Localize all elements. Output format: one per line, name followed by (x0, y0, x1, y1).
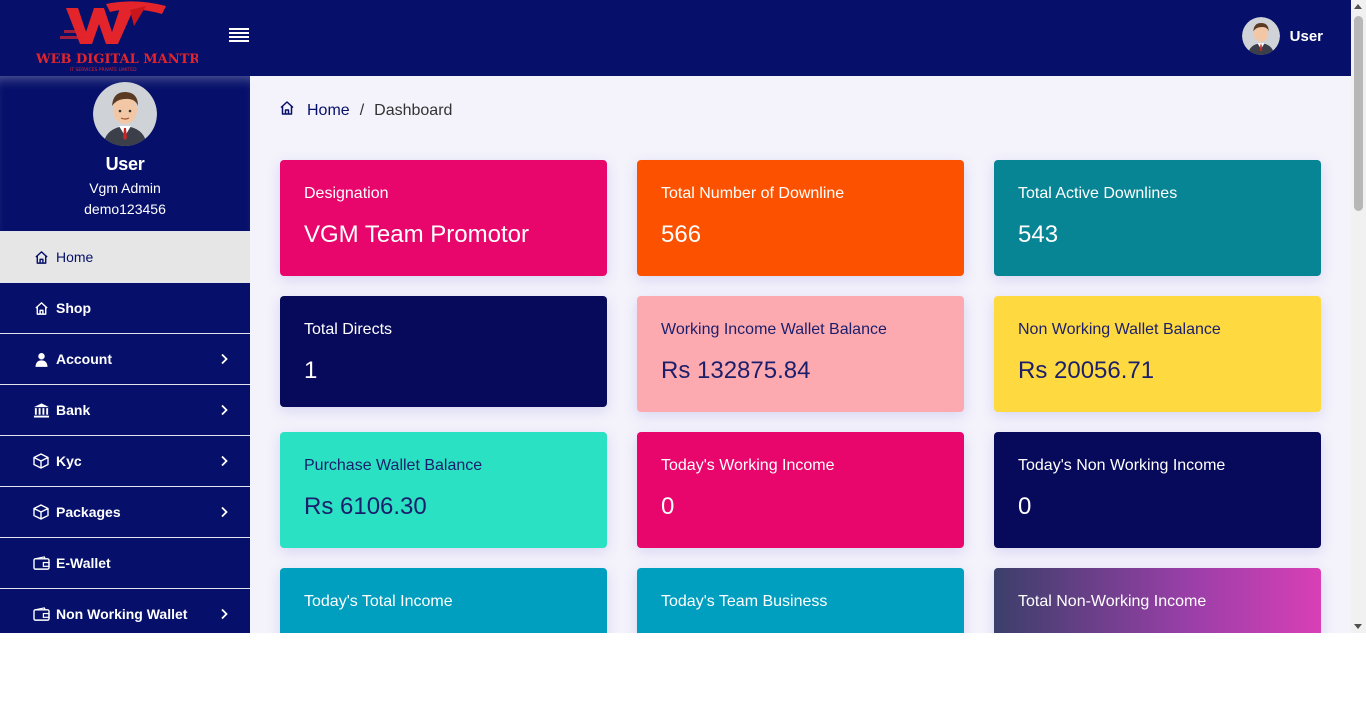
card-label: Today's Team Business (661, 593, 828, 610)
logo-graphic: WEB DIGITAL MANTRA IT SERVICES PRIVATE L… (35, 1, 211, 73)
card-today-s-total-income[interactable]: Today's Total Income 0 (280, 568, 607, 633)
main-content: Home / Dashboard Designation VGM Team Pro… (250, 76, 1351, 633)
profile-role: Vgm Admin (89, 180, 161, 196)
sidebar-item-bank[interactable]: Bank (0, 384, 250, 435)
scroll-down-arrow-icon[interactable] (1354, 624, 1362, 629)
sidebar-item-label: Bank (56, 402, 91, 418)
sidebar-item-packages[interactable]: Packages (0, 486, 250, 537)
card-label: Working Income Wallet Balance (661, 321, 887, 338)
card-today-s-working-income[interactable]: Today's Working Income 0 (637, 432, 964, 548)
sidebar-item-e-wallet[interactable]: E-Wallet (0, 537, 250, 588)
card-non-working-wallet-balance[interactable]: Non Working Wallet Balance Rs 20056.71 (994, 296, 1321, 412)
sidebar-item-label: Packages (56, 504, 121, 520)
sidebar-item-label: Account (56, 351, 112, 367)
breadcrumb-current: Dashboard (374, 101, 453, 119)
wallet-icon (32, 605, 50, 623)
card-value: 0 (661, 629, 940, 633)
profile-name: User (105, 154, 145, 174)
card-working-income-wallet-balance[interactable]: Working Income Wallet Balance Rs 132875.8… (637, 296, 964, 412)
hamburger-menu-icon[interactable] (227, 26, 251, 48)
sidebar-nav: Home Shop Account Bank Kyc Packages E-Wallet No… (0, 231, 250, 633)
card-purchase-wallet-balance[interactable]: Purchase Wallet Balance Rs 6106.30 (280, 432, 607, 548)
card-label: Non Working Wallet Balance (1018, 321, 1221, 338)
card-value: Rs 20056.71 (1018, 357, 1155, 384)
sidebar-item-account[interactable]: Account (0, 333, 250, 384)
sidebar-item-kyc[interactable]: Kyc (0, 435, 250, 486)
card-label: Today's Working Income (661, 457, 835, 474)
app-viewport: WEB DIGITAL MANTRA IT SERVICES PRIVATE L… (0, 0, 1366, 633)
user-icon (32, 350, 50, 368)
sidebar-item-non-working-wallet[interactable]: Non Working Wallet (0, 588, 250, 633)
sidebar-profile: User Vgm Admin demo123456 (0, 76, 250, 231)
top-header: WEB DIGITAL MANTRA IT SERVICES PRIVATE L… (0, 0, 1351, 76)
card-label: Today's Total Income (304, 593, 453, 610)
card-label: Total Directs (304, 321, 393, 338)
card-value: Rs 6106.30 (304, 493, 427, 520)
card-label: Total Non-Working Income (1018, 593, 1207, 610)
sidebar-item-label: Kyc (56, 453, 82, 469)
box-icon (32, 503, 50, 521)
user-name[interactable]: User (1290, 28, 1323, 45)
card-total-directs[interactable]: Total Directs 1 (280, 296, 607, 407)
sidebar-item-label: E-Wallet (56, 555, 111, 571)
home-icon[interactable] (279, 100, 295, 121)
card-value: Rs 132875.84 (661, 357, 811, 384)
brand-logo[interactable]: WEB DIGITAL MANTRA IT SERVICES PRIVATE L… (34, 0, 211, 74)
card-value: 566 (661, 221, 702, 248)
page-scrollbar[interactable] (1351, 0, 1366, 633)
box-icon (32, 452, 50, 470)
sidebar-item-label: Home (56, 249, 94, 265)
card-value: 1 (304, 357, 318, 384)
chevron-right-icon (220, 454, 232, 468)
sidebar-item-home[interactable]: Home (0, 231, 250, 282)
bank-icon (32, 401, 50, 419)
chevron-right-icon (220, 505, 232, 519)
card-value: VGM Team Promotor (304, 221, 529, 248)
sidebar-item-shop[interactable]: Shop (0, 282, 250, 333)
card-value: 0 (304, 629, 583, 633)
chevron-right-icon (220, 607, 232, 621)
profile-avatar-icon (93, 82, 157, 146)
logo-tagline: IT SERVICES PRIVATE LIMITED (70, 67, 137, 73)
card-label: Purchase Wallet Balance (304, 457, 483, 474)
wallet-icon (32, 554, 50, 572)
card-label: Today's Non Working Income (1018, 457, 1226, 474)
card-value: Rs 108156.7 (1018, 629, 1297, 633)
card-total-non-working-income[interactable]: Total Non-Working Income Rs 108156.7 (994, 568, 1321, 633)
home-icon (32, 299, 50, 317)
sidebar-item-label: Shop (56, 300, 91, 316)
card-today-s-team-business[interactable]: Today's Team Business 0 (637, 568, 964, 633)
card-today-s-non-working-income[interactable]: Today's Non Working Income 0 (994, 432, 1321, 548)
card-label: Designation (304, 185, 389, 202)
home-icon (32, 248, 50, 266)
profile-id: demo123456 (84, 201, 166, 217)
user-menu[interactable]: User (1241, 17, 1323, 55)
card-label: Total Active Downlines (1018, 185, 1178, 202)
breadcrumb: Home / Dashboard (279, 100, 452, 121)
scroll-up-arrow-icon[interactable] (1354, 4, 1362, 9)
breadcrumb-separator: / (359, 101, 365, 119)
breadcrumb-home-link[interactable]: Home (307, 102, 350, 120)
sidebar-item-label: Non Working Wallet (56, 606, 188, 622)
card-value: 543 (1018, 221, 1059, 248)
sidebar: User Vgm Admin demo123456 Home Shop Accoun… (0, 76, 250, 633)
chevron-right-icon (220, 403, 232, 417)
scrollbar-thumb[interactable] (1354, 16, 1363, 211)
card-label: Total Number of Downline (661, 185, 845, 202)
card-total-number-of-downline[interactable]: Total Number of Downline 566 (637, 160, 964, 276)
logo-text: WEB DIGITAL MANTRA (35, 52, 198, 67)
user-avatar-icon[interactable] (1241, 17, 1280, 55)
chevron-right-icon (220, 352, 232, 366)
card-total-active-downlines[interactable]: Total Active Downlines 543 (994, 160, 1321, 276)
card-value: 0 (1018, 493, 1032, 520)
card-value: 0 (661, 493, 675, 520)
card-designation[interactable]: Designation VGM Team Promotor (280, 160, 607, 276)
